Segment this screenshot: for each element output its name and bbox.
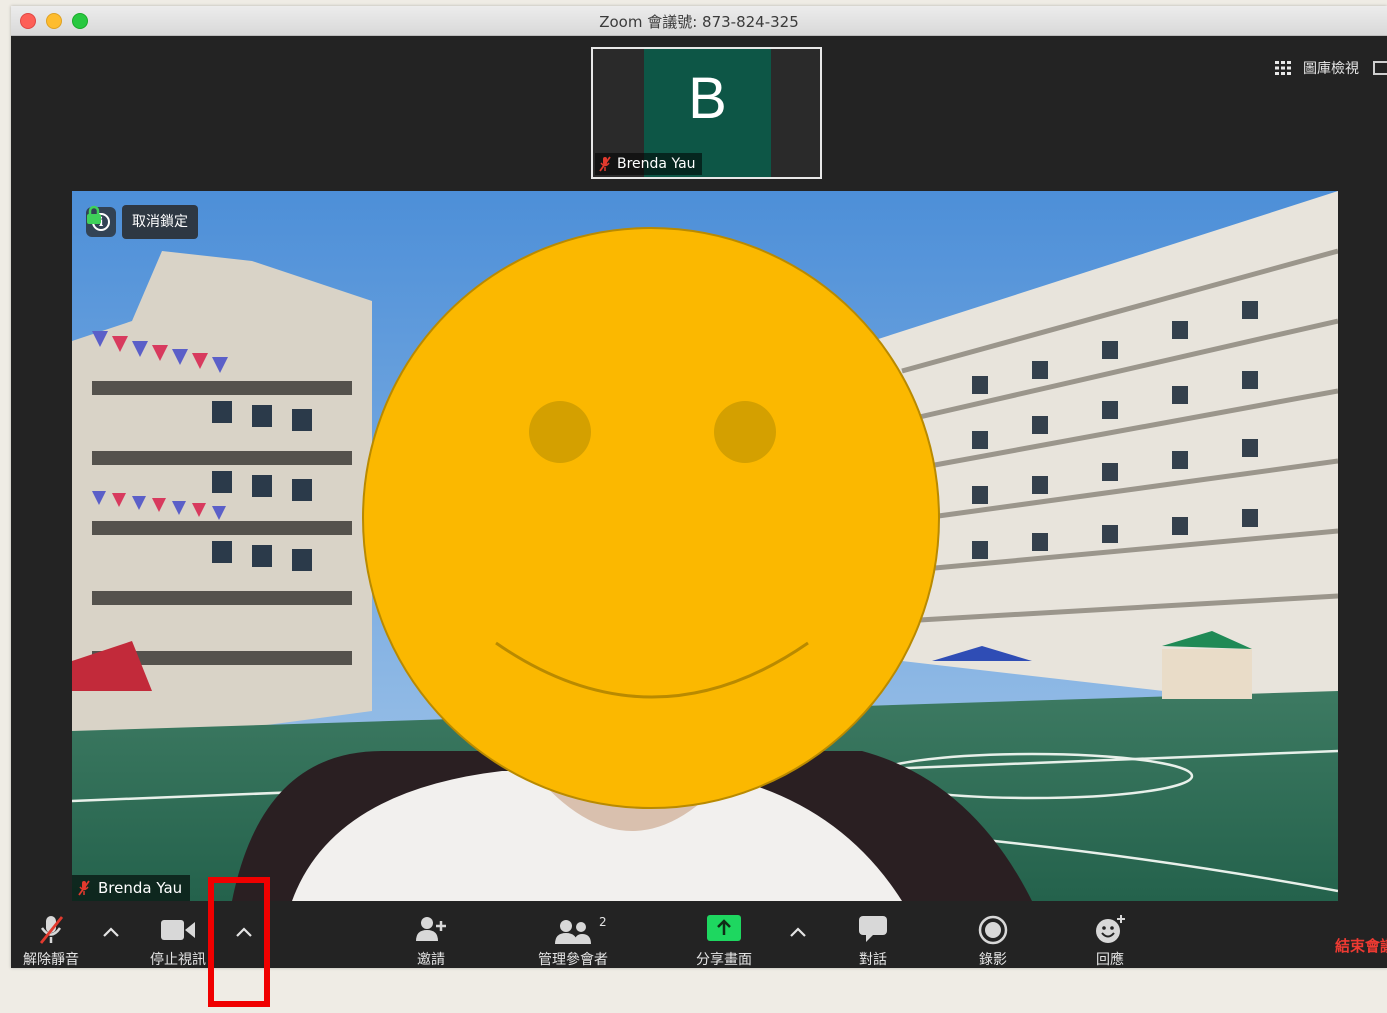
thumbnail-name-tag: Brenda Yau [595,153,702,175]
audio-options-caret-icon[interactable] [99,923,123,941]
record-label: 錄影 [979,952,1007,968]
share-screen-icon [707,915,741,941]
record-button[interactable]: 錄影 [963,901,1023,968]
participant-thumbnail[interactable]: B Brenda Yau [591,47,822,179]
reactions-label: 回應 [1096,952,1124,968]
unmute-button[interactable]: 解除靜音 [11,901,91,968]
record-icon [978,915,1008,945]
title-bar: Zoom 會議號: 873-824-325 [11,6,1387,36]
highlight-annotation-box [208,877,270,1007]
gallery-view-label: 圖庫檢視 [1303,61,1359,77]
invite-label: 邀請 [417,952,445,968]
lock-icon [87,205,101,224]
unmute-label: 解除靜音 [23,952,79,968]
zoom-window: Zoom 會議號: 873-824-325 圖庫檢視 B Brenda Yau [11,6,1387,968]
muted-mic-icon [78,880,90,896]
share-options-caret-icon[interactable] [786,923,810,941]
participants-button[interactable]: 2 管理參會者 [523,901,623,968]
chat-icon [859,916,887,942]
pin-controls: i 取消鎖定 [86,205,198,239]
invite-button[interactable]: 邀請 [401,901,461,968]
share-screen-button[interactable]: 分享畫面 [681,901,767,968]
participants-icon [555,920,591,944]
main-video-name: Brenda Yau [98,879,183,897]
chat-button[interactable]: 對話 [843,901,903,968]
chat-label: 對話 [859,952,887,968]
unpin-button[interactable]: 取消鎖定 [122,205,198,239]
end-meeting-button[interactable]: 結束會議 [1335,935,1387,956]
main-video[interactable]: i 取消鎖定 [72,191,1338,901]
reactions-button[interactable]: 回應 [1080,901,1140,968]
gallery-view-button[interactable]: 圖庫檢視 [1275,58,1387,78]
video-scene [72,191,1338,901]
participants-count: 2 [599,915,607,929]
window-title: Zoom 會議號: 873-824-325 [599,13,799,31]
avatar-initial: B [688,66,727,131]
smiley-add-icon [1096,915,1125,943]
share-screen-label: 分享畫面 [696,952,752,968]
fullscreen-icon[interactable] [1373,61,1387,75]
muted-microphone-icon [39,916,64,944]
add-user-icon [416,917,446,941]
participants-label: 管理參會者 [538,952,608,968]
thumbnail-name: Brenda Yau [617,156,696,172]
grid-icon [1275,61,1291,75]
main-video-name-tag: Brenda Yau [72,875,191,901]
muted-mic-icon [599,156,611,172]
video-camera-icon [161,920,195,940]
